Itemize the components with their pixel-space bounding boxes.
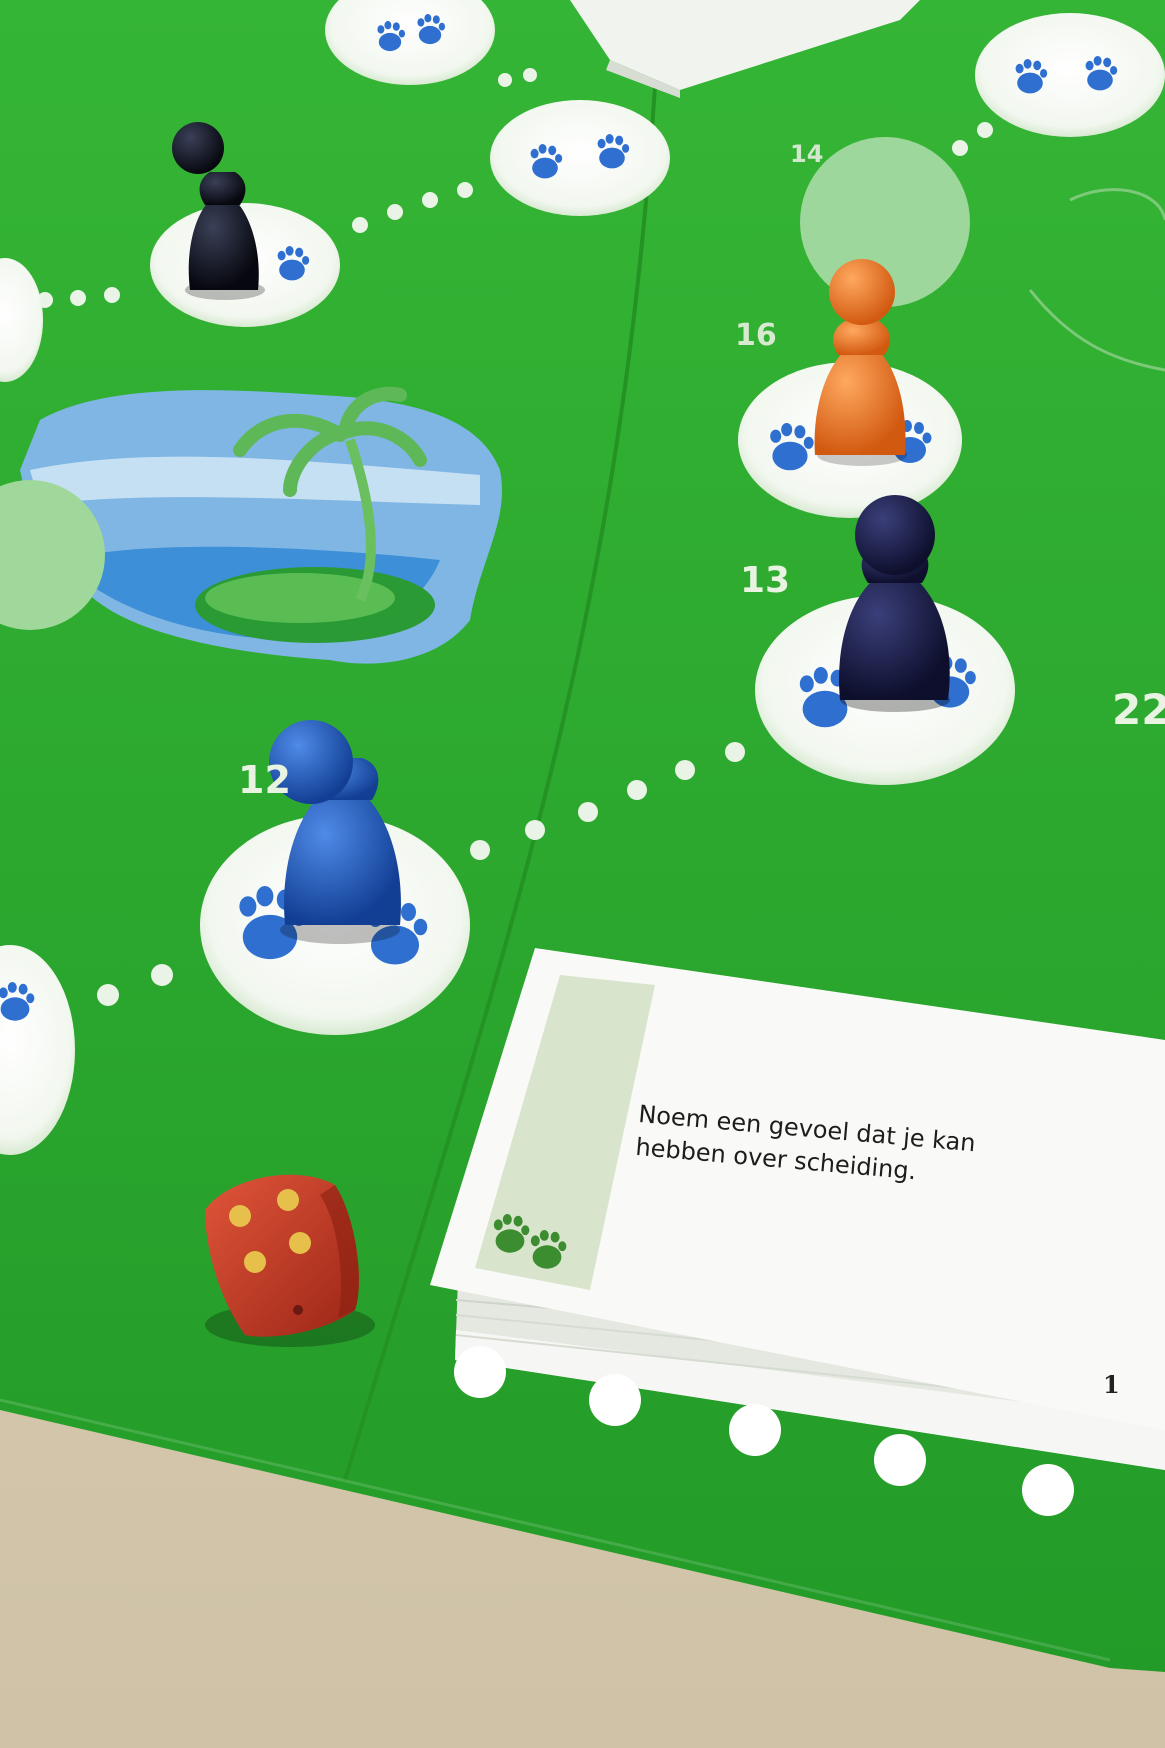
space-number: 12 bbox=[238, 758, 291, 802]
space-number: 13 bbox=[740, 560, 791, 601]
game-board bbox=[0, 0, 1165, 1672]
space-number: 16 bbox=[735, 318, 777, 353]
space-number: 14 bbox=[790, 140, 824, 168]
card-number: 1 bbox=[1103, 1370, 1120, 1399]
game-photo: 16 13 22 12 14 Noem een gevoel dat je ka… bbox=[0, 0, 1165, 1748]
space-number: 22 bbox=[1112, 685, 1165, 734]
